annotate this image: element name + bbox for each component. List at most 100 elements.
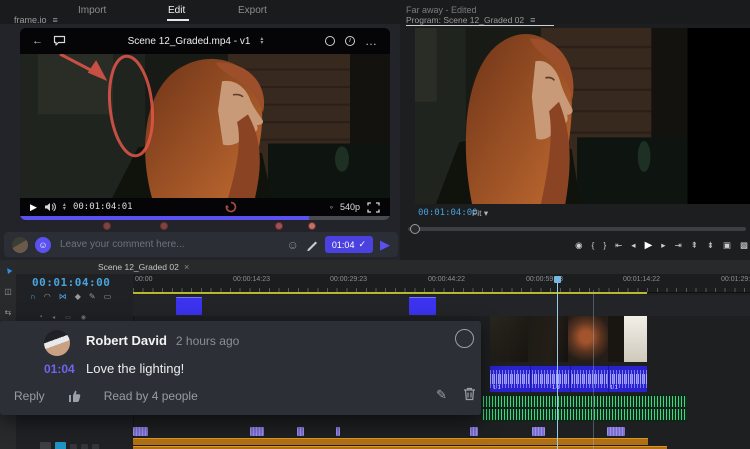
audio-keyframe-clip[interactable]: [607, 427, 625, 436]
info-icon[interactable]: i: [345, 36, 355, 46]
program-timecode[interactable]: 00:01:04:00: [418, 208, 478, 218]
pen-tool-icon[interactable]: ✎: [89, 292, 96, 301]
tab-export[interactable]: Export: [238, 5, 267, 16]
track-visibility-icon[interactable]: ◉: [81, 314, 86, 321]
comment-marker[interactable]: [160, 222, 168, 230]
a1-solo-button[interactable]: [81, 443, 88, 449]
a1-target-button[interactable]: [55, 442, 66, 449]
marker-tool-icon[interactable]: ◆: [75, 292, 81, 301]
video-clip-filmstrip[interactable]: [490, 316, 647, 362]
read-receipt[interactable]: Read by 4 people: [104, 389, 198, 403]
zoom-level-select[interactable]: Fit ▾: [472, 208, 488, 219]
approval-status-icon[interactable]: [325, 36, 335, 46]
clip-cut: [570, 366, 571, 392]
comment-author[interactable]: Robert David: [86, 333, 167, 348]
tab-import[interactable]: Import: [78, 5, 106, 16]
clip-title[interactable]: Scene 12_Graded.mp4 - v1: [128, 36, 251, 47]
more-menu-icon[interactable]: …: [365, 34, 378, 48]
frameio-panel-tab[interactable]: frame.io ≡: [14, 15, 58, 25]
play-icon[interactable]: ▶: [30, 202, 37, 213]
a1-mute-button[interactable]: [70, 443, 77, 449]
comment-timestamp[interactable]: 01:04: [44, 362, 75, 376]
playhead[interactable]: [557, 278, 558, 449]
step-forward-icon[interactable]: ▸: [661, 240, 665, 251]
audio-keyframe-clip[interactable]: [133, 427, 148, 436]
panel-menu-icon[interactable]: ≡: [53, 15, 58, 25]
audio-keyframe-clip[interactable]: [297, 427, 304, 436]
mark-in-icon[interactable]: {: [591, 240, 594, 250]
linked-selection-icon[interactable]: ◠: [44, 292, 51, 301]
track-sync-icon[interactable]: ▭: [65, 314, 71, 321]
waveform-a2-left: [483, 395, 687, 407]
comment-bubble-icon[interactable]: [53, 35, 66, 47]
comment-marker[interactable]: [275, 222, 283, 230]
timeline-timecode[interactable]: 00:01:04:00: [32, 276, 110, 289]
a1-source-button[interactable]: [40, 442, 51, 449]
audio-keyframe-clip[interactable]: [250, 427, 264, 436]
edit-comment-icon[interactable]: ✎: [436, 387, 447, 403]
audio-keyframe-clip[interactable]: [470, 427, 478, 436]
track-lock-icon[interactable]: ▪: [40, 314, 42, 321]
audio-keyframe-clip[interactable]: [336, 427, 340, 436]
comparison-view-icon[interactable]: ▩: [740, 240, 748, 251]
reply-button[interactable]: Reply: [14, 389, 45, 403]
loop-icon[interactable]: [225, 201, 237, 213]
back-icon[interactable]: ←: [32, 35, 43, 47]
sequence-tab-close-icon[interactable]: ×: [184, 262, 189, 272]
track-target-icon[interactable]: ◂: [52, 314, 55, 321]
selection-tool-icon[interactable]: ▲: [1, 263, 14, 276]
snap-toggle-icon[interactable]: ∩: [30, 292, 36, 301]
timecode-stepper-icon[interactable]: ▴ ▾: [63, 202, 66, 212]
program-panel-menu-icon[interactable]: ≡: [530, 15, 535, 25]
fullscreen-icon[interactable]: [367, 201, 380, 213]
audio-keyframe-clip[interactable]: [532, 427, 545, 436]
tab-edit[interactable]: Edit: [168, 5, 185, 16]
track-select-tool-icon[interactable]: ◫: [4, 287, 12, 296]
audio-clip-a1[interactable]: 1.1 1.1 1.1: [490, 366, 647, 392]
program-video-frame[interactable]: [415, 28, 750, 204]
work-area-bar[interactable]: [133, 292, 647, 294]
volume-icon[interactable]: [44, 202, 56, 212]
add-marker-icon[interactable]: ◉: [575, 240, 582, 251]
audio-track-header-a1[interactable]: [40, 442, 99, 449]
comment-marker[interactable]: [103, 222, 111, 230]
comment-input[interactable]: [58, 238, 280, 251]
playhead-head[interactable]: [554, 276, 561, 283]
audio-clip-a2[interactable]: [483, 394, 687, 422]
lift-icon[interactable]: ⇞: [691, 240, 698, 251]
step-back-icon[interactable]: ◂: [631, 240, 635, 251]
like-icon[interactable]: [67, 389, 82, 403]
review-video-frame[interactable]: [20, 54, 390, 198]
export-frame-icon[interactable]: ▣: [723, 240, 731, 251]
timestamp-toggle-button[interactable]: 01:04 ✓: [324, 236, 373, 253]
send-icon[interactable]: ▶: [380, 237, 390, 253]
scrubber-thumb[interactable]: [410, 224, 420, 234]
video-clip[interactable]: [176, 297, 202, 315]
commenter-avatar: ☺: [35, 236, 51, 253]
player-progress-bar[interactable]: [20, 216, 390, 220]
player-timecode[interactable]: 00:01:04:01: [73, 202, 133, 212]
go-to-out-icon[interactable]: ⇥: [675, 240, 682, 251]
nest-toggle-icon[interactable]: ⋈: [59, 292, 67, 301]
mark-out-icon[interactable]: }: [603, 240, 606, 250]
ripple-edit-tool-icon[interactable]: ⇆: [5, 308, 12, 317]
go-to-in-icon[interactable]: ⇤: [615, 240, 622, 251]
video-clip[interactable]: [409, 297, 436, 315]
timeline-ruler[interactable]: 00:00 00:00:14:23 00:00:29:23 00:00:44:2…: [133, 274, 750, 293]
program-panel-tab[interactable]: Program: Scene 12_Graded 02 ≡: [406, 15, 535, 25]
comment-marker[interactable]: [308, 222, 316, 230]
program-scrubber[interactable]: [408, 224, 746, 234]
quality-selector[interactable]: 540p: [340, 202, 360, 212]
delete-comment-icon[interactable]: [463, 387, 476, 401]
version-stepper-icon[interactable]: ▴ ▾: [260, 36, 263, 46]
annotation-brush-icon[interactable]: [306, 239, 318, 251]
a1-lock-button[interactable]: [92, 443, 99, 449]
resolve-comment-button[interactable]: [455, 329, 474, 348]
settings-box-icon[interactable]: ▭: [104, 292, 112, 301]
timeline-tab-bar: Scene 12_Graded 02 ×: [16, 260, 750, 274]
sequence-tab[interactable]: Scene 12_Graded 02: [98, 262, 179, 272]
music-clip-a3[interactable]: [133, 438, 648, 445]
extract-icon[interactable]: ⇟: [707, 240, 714, 251]
program-play-icon[interactable]: ▶: [645, 240, 653, 251]
emoji-picker-icon[interactable]: ☺: [287, 238, 299, 252]
